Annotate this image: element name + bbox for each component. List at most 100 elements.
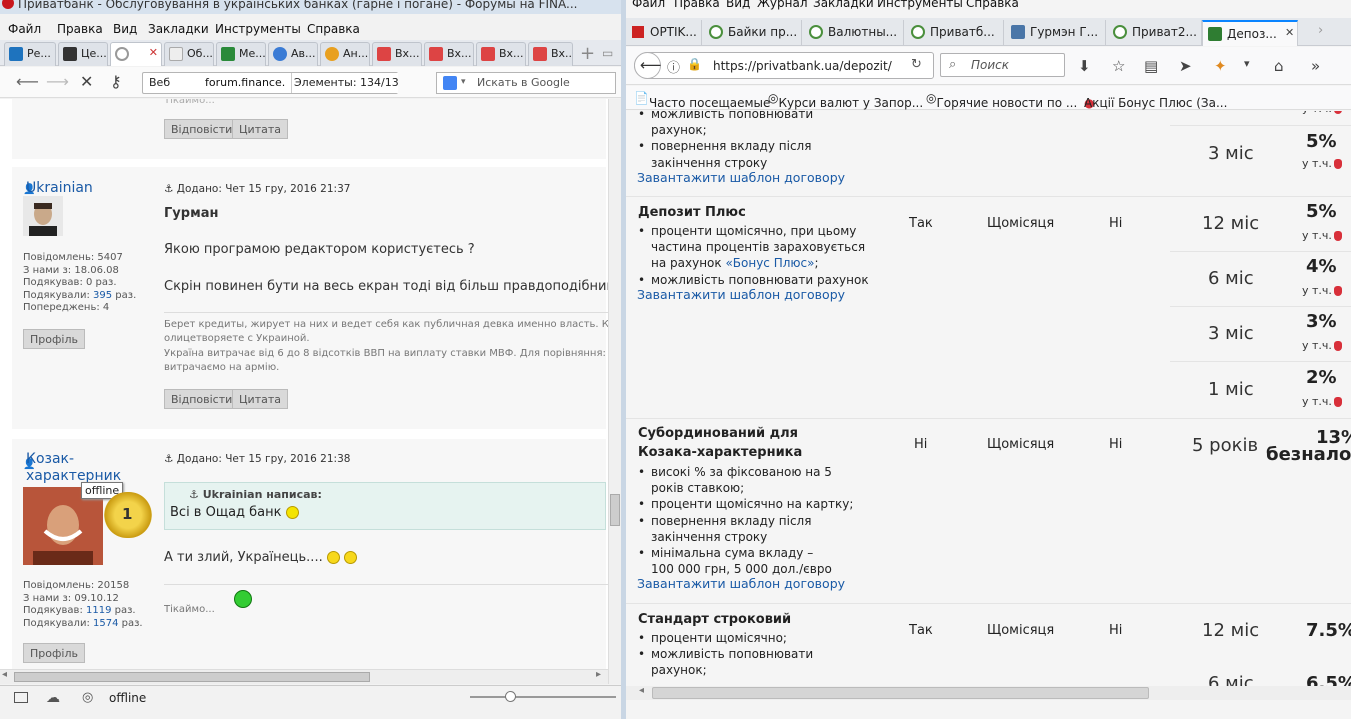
bookmark-most-visited[interactable]: 📄 Часто посещаемые	[634, 91, 770, 110]
reply-button[interactable]: Відповісти	[164, 119, 240, 139]
overflow-icon[interactable]: »	[1311, 57, 1320, 75]
term: 6 міс	[1208, 673, 1254, 686]
tab-4[interactable]: Об...	[164, 42, 214, 66]
signature-line: Берет кредиты, жирует на них и ведет себ…	[164, 319, 608, 330]
new-tab-icon[interactable]: +	[580, 43, 595, 64]
tab-deposit-active[interactable]: Депоз... ✕	[1202, 20, 1298, 46]
scroll-left-icon[interactable]: ◂	[2, 669, 7, 680]
scroll-right-icon[interactable]: ▸	[596, 669, 601, 680]
tab-10[interactable]: Вх...	[476, 42, 526, 66]
tab-6[interactable]: Приват2...	[1108, 20, 1202, 46]
tab-6[interactable]: Ав...	[268, 42, 318, 66]
download-icon[interactable]: ⬇	[1078, 57, 1091, 75]
home-icon[interactable]: ⌂	[1274, 57, 1284, 75]
menu-tools[interactable]: Инструменты	[215, 22, 301, 36]
chevron-down-icon[interactable]: ▾	[461, 77, 466, 87]
left-horizontal-scrollbar[interactable]: ◂ ▸	[0, 669, 608, 684]
previous-post-signature: Тікаймо...	[164, 99, 215, 106]
bonus-plus-link[interactable]: «Бонус Плюс»	[725, 256, 814, 270]
reply-button[interactable]: Відповісти	[164, 389, 240, 409]
send-icon[interactable]: ➤	[1179, 57, 1192, 75]
tab-label: Байки пр...	[728, 25, 798, 39]
tab-1[interactable]: Ре...	[4, 42, 56, 66]
menu-bookmarks[interactable]: Закладки	[148, 22, 209, 36]
url-bar[interactable]: ⟵ ⓘ 🔒 https://privatbank.ua/depozit/ ↻	[634, 52, 934, 79]
zoom-slider[interactable]	[470, 696, 616, 698]
chevron-down-icon[interactable]: ▾	[1244, 57, 1250, 70]
tab-3[interactable]: Валютны...	[804, 20, 904, 46]
close-tab-icon[interactable]: ✕	[1285, 26, 1294, 39]
right-horizontal-scrollbar[interactable]: ◂	[626, 685, 1351, 700]
key-icon[interactable]: ⚷	[110, 72, 122, 91]
menu-view[interactable]: Вид	[726, 0, 750, 10]
download-contract-link[interactable]: Завантажити шаблон договору	[637, 287, 845, 302]
menu-help[interactable]: Справка	[307, 22, 360, 36]
download-contract-link[interactable]: Завантажити шаблон договору	[637, 576, 845, 591]
tab-5[interactable]: Гурмэн Г...	[1006, 20, 1106, 46]
left-status-bar: ☁ ◎ offline	[0, 685, 621, 719]
tab-7[interactable]: Ан...	[320, 42, 370, 66]
left-window-title: Приватбанк - Обслуговування в українськи…	[18, 0, 578, 11]
scroll-left-icon[interactable]: ◂	[639, 685, 644, 696]
quote-button[interactable]: Цитата	[232, 389, 288, 409]
back-icon[interactable]: ⟵	[16, 72, 39, 91]
search-input[interactable]: ⌕ Поиск	[940, 53, 1065, 77]
scroll-thumb[interactable]	[652, 687, 1149, 699]
menu-help[interactable]: Справка	[966, 0, 1019, 10]
menu-tools[interactable]: Инструменты	[877, 0, 963, 10]
menu-file[interactable]: Файл	[632, 0, 665, 10]
running-smile-icon	[234, 590, 252, 608]
scroll-thumb[interactable]	[610, 494, 620, 526]
exclamation-smile-icon	[285, 506, 299, 519]
left-vertical-scrollbar[interactable]	[608, 99, 621, 684]
zoom-slider-handle[interactable]	[505, 691, 516, 702]
address-bar[interactable]: Веб forum.finance. Элементы: 134/136	[142, 72, 398, 94]
menu-file[interactable]: Файл	[8, 22, 41, 36]
profile-button[interactable]: Профіль	[23, 329, 85, 349]
tab-label: OPTIK...	[650, 25, 697, 39]
menu-bookmarks[interactable]: Закладки	[813, 0, 874, 10]
menu-history[interactable]: Журнал	[757, 0, 808, 10]
tab-11[interactable]: Вх...	[528, 42, 573, 66]
menu-edit[interactable]: Правка	[57, 22, 103, 36]
back-icon[interactable]: ⟵	[634, 52, 662, 79]
early-withdrawal-value: Ні	[1109, 437, 1123, 452]
google-search-input[interactable]: ▾ Искать в Google	[436, 72, 616, 94]
tab-8[interactable]: Вх...	[372, 42, 422, 66]
reader-list-icon[interactable]: ▤	[1144, 57, 1158, 75]
forward-icon[interactable]: ⟶	[46, 72, 69, 91]
download-contract-link[interactable]: Завантажити шаблон договору	[637, 170, 845, 185]
post-author[interactable]: Ukrainian	[26, 180, 93, 196]
tab-optik[interactable]: OPTIK...	[626, 20, 702, 46]
cloud-icon[interactable]: ☁	[46, 690, 60, 706]
bookmark-news[interactable]: ◎ Горячие новости по ...	[926, 91, 1077, 110]
profile-button[interactable]: Профіль	[23, 643, 85, 663]
lock-icon[interactable]: 🔒	[687, 57, 702, 71]
info-icon[interactable]: ⓘ	[667, 57, 680, 76]
tab-favicon	[273, 47, 287, 61]
scroll-tabs-right-icon[interactable]: ›	[1318, 23, 1323, 38]
tab-2[interactable]: Байки пр...	[704, 20, 802, 46]
tab-5[interactable]: Ме...	[216, 42, 266, 66]
tab-menu-icon[interactable]: ▭	[602, 46, 613, 60]
scroll-thumb[interactable]	[14, 672, 370, 682]
reload-icon[interactable]: ↻	[911, 57, 922, 72]
tab-4[interactable]: Приватб...	[906, 20, 1004, 46]
star-icon[interactable]: ☆	[1112, 57, 1125, 75]
speed-dial-icon[interactable]: ◎	[82, 690, 93, 705]
tab-9[interactable]: Вх...	[424, 42, 474, 66]
panel-toggle-icon[interactable]	[14, 692, 28, 703]
extension-icon[interactable]: ✦	[1214, 57, 1227, 75]
post-author[interactable]: Козак-	[26, 451, 74, 467]
quote-button[interactable]: Цитата	[232, 119, 288, 139]
feature-item: проценти щомісячно, при цьому	[638, 223, 869, 239]
feature-item: на рахунок «Бонус Плюс»;	[651, 256, 819, 271]
stop-icon[interactable]: ✕	[80, 72, 93, 91]
tab-3-active[interactable]: ✕	[110, 42, 162, 66]
bookmark-currency[interactable]: ◎ Курси валют у Запор...	[768, 91, 923, 110]
menu-edit[interactable]: Правка	[674, 0, 720, 10]
tab-2[interactable]: Це...	[58, 42, 108, 66]
menu-view[interactable]: Вид	[113, 22, 137, 36]
feature-item: частина процентів зараховується	[651, 240, 866, 255]
close-tab-icon[interactable]: ✕	[149, 46, 158, 59]
